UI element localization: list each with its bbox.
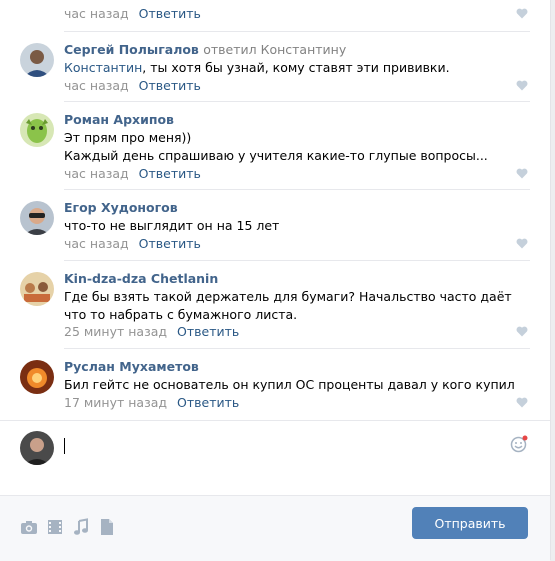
comment-item: Kin-dza-dza Chetlanin Где бы взять такой…	[0, 261, 550, 349]
comment-item: Егор Худоногов что-то не выглядит он на …	[0, 190, 550, 261]
author-name[interactable]: Kin-dza-dza Chetlanin	[64, 271, 218, 286]
heart-icon[interactable]	[516, 8, 528, 19]
reply-link[interactable]: Ответить	[139, 6, 201, 21]
comment-author: Сергей Полыгалов ответил Константину	[64, 42, 346, 57]
avatar[interactable]	[20, 201, 54, 235]
comment-text: что-то не выглядит он на 15 лет	[64, 218, 280, 233]
camera-icon[interactable]	[20, 518, 38, 536]
comment-time[interactable]: 17 минут назад	[64, 395, 167, 410]
comment-item: Роман Архипов Эт прям про меня)) Каждый …	[0, 102, 550, 190]
avatar	[20, 431, 54, 465]
heart-icon[interactable]	[516, 326, 528, 337]
avatar[interactable]	[20, 272, 54, 306]
comment-meta: 25 минут назад Ответить	[64, 324, 239, 339]
comment-text: Эт прям про меня)) Каждый день спрашиваю…	[64, 130, 488, 163]
avatar[interactable]	[20, 360, 54, 394]
author-name[interactable]: Руслан Мухаметов	[64, 359, 199, 374]
comment-text: Константин, ты хотя бы узнай, кому ставя…	[64, 59, 524, 77]
comment-composer: Отправить	[0, 420, 550, 561]
comment-item: час назад Ответить	[0, 0, 550, 32]
heart-icon[interactable]	[516, 238, 528, 249]
comment-meta: час назад Ответить	[64, 78, 201, 93]
comment-author: Руслан Мухаметов	[64, 359, 199, 374]
reply-link[interactable]: Ответить	[177, 395, 239, 410]
heart-icon[interactable]	[516, 397, 528, 408]
comment-body: , ты хотя бы узнай, кому ставят эти прив…	[142, 60, 450, 75]
comment-meta: 17 минут назад Ответить	[64, 395, 239, 410]
heart-icon[interactable]	[516, 80, 528, 91]
comment-time[interactable]: час назад	[64, 78, 129, 93]
comment-time[interactable]: 25 минут назад	[64, 324, 167, 339]
comment-text: Где бы взять такой держатель для бумаги?…	[64, 289, 516, 322]
mention-link[interactable]: Константин	[64, 60, 142, 75]
author-name[interactable]: Роман Архипов	[64, 112, 174, 127]
comment-time[interactable]: час назад	[64, 6, 129, 21]
comment-meta: час назад Ответить	[64, 166, 201, 181]
music-icon[interactable]	[72, 518, 90, 536]
reply-link[interactable]: Ответить	[139, 236, 201, 251]
comment-meta: час назад Ответить	[64, 6, 201, 21]
comment-author: Роман Архипов	[64, 112, 174, 127]
send-button[interactable]: Отправить	[412, 507, 528, 539]
heart-icon[interactable]	[516, 168, 528, 179]
comment-item: Сергей Полыгалов ответил Константину Кон…	[0, 32, 550, 102]
comment-meta: час назад Ответить	[64, 236, 201, 251]
comment-time[interactable]: час назад	[64, 166, 129, 181]
reply-to-label[interactable]: ответил Константину	[203, 42, 346, 57]
comment-input[interactable]	[60, 429, 480, 465]
author-name[interactable]: Егор Худоногов	[64, 200, 178, 215]
author-name[interactable]: Сергей Полыгалов	[64, 42, 199, 57]
comment-author: Егор Худоногов	[64, 200, 178, 215]
comment-author: Kin-dza-dza Chetlanin	[64, 271, 218, 286]
text-caret	[64, 438, 65, 454]
comment-time[interactable]: час назад	[64, 236, 129, 251]
reply-link[interactable]: Ответить	[177, 324, 239, 339]
comment-text: Бил гейтс не основатель он купил ОС проц…	[64, 377, 515, 392]
reply-link[interactable]: Ответить	[139, 78, 201, 93]
avatar[interactable]	[20, 113, 54, 147]
reply-link[interactable]: Ответить	[139, 166, 201, 181]
avatar[interactable]	[20, 43, 54, 77]
emoji-icon[interactable]	[510, 435, 528, 453]
document-icon[interactable]	[98, 518, 116, 536]
comments-panel: час назад Ответить Сергей Полыгалов отве…	[0, 0, 551, 561]
video-icon[interactable]	[46, 518, 64, 536]
composer-toolbar: Отправить	[0, 495, 550, 561]
comment-item: Руслан Мухаметов Бил гейтс не основатель…	[0, 349, 550, 420]
